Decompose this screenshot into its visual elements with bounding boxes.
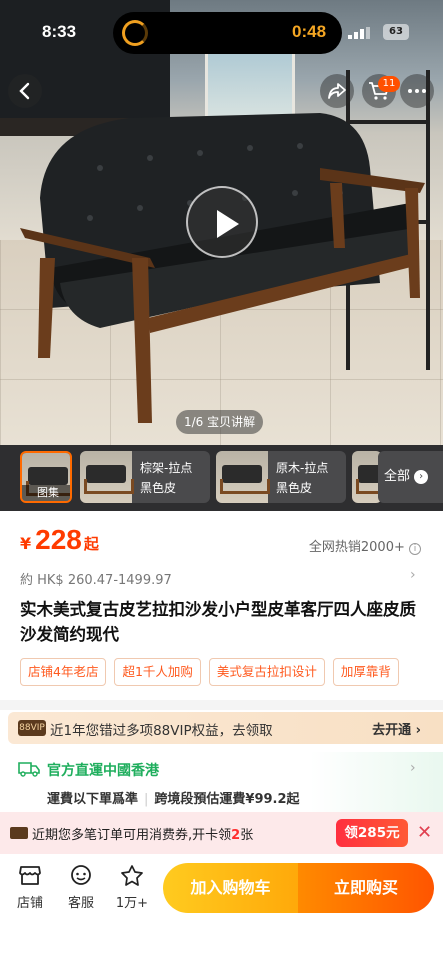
timer-icon <box>122 20 148 46</box>
timer-value: 0:48 <box>292 22 327 41</box>
section-divider <box>0 700 443 710</box>
cart-count-badge: 11 <box>378 76 400 92</box>
thumb-line1: 原木-拉点 <box>276 461 329 475</box>
thumb-image <box>80 451 134 503</box>
claim-coupon-button[interactable]: 领285元 <box>336 819 408 847</box>
sales-count[interactable]: 全网热销2000+ i <box>309 536 421 555</box>
more-icon <box>408 89 426 93</box>
thumb-line2: 黑色皮 <box>140 481 177 495</box>
view-all-label: 全部 <box>384 469 411 484</box>
battery-icon: 63 <box>383 24 409 40</box>
favorite-count: 1万+ <box>115 896 149 911</box>
status-time: 8:33 <box>42 22 77 41</box>
thumb-line2: 黑色皮 <box>276 481 313 495</box>
shipping-title: 官方直運中國香港 <box>47 763 159 779</box>
chevron-left-icon <box>19 82 30 100</box>
sofa-image <box>20 113 425 423</box>
star-icon <box>121 865 143 886</box>
tag-store-age[interactable]: 店铺4年老店 <box>20 658 107 686</box>
vip-badge: 88VIP <box>18 720 46 736</box>
store-label: 店铺 <box>16 896 43 911</box>
price-suffix: 起 <box>83 535 99 553</box>
vip-text: 近1年您错过多项88VIP权益，去领取 <box>50 723 273 739</box>
customer-service-icon <box>71 865 91 885</box>
store-button[interactable]: 店铺 <box>8 864 52 911</box>
signal-icon <box>348 27 370 39</box>
play-video-button[interactable] <box>186 186 258 258</box>
tag-backrest[interactable]: 加厚靠背 <box>332 658 399 686</box>
shipping-details: 運費以下單爲準 | 跨境段預估運費¥99.2起 <box>47 792 300 807</box>
thumb-sku-brown-frame[interactable]: 棕架-拉点 黑色皮 <box>80 451 210 503</box>
product-tags: 店铺4年老店 超1千人加购 美式复古拉扣设计 加厚靠背 <box>20 658 399 686</box>
store-icon <box>19 866 41 885</box>
info-icon: i <box>409 543 421 555</box>
view-all-button[interactable]: 全部 › <box>378 451 443 503</box>
sku-thumbnail-strip: 图集 棕架-拉点 黑色皮 原木-拉点 黑色皮 全部 › <box>0 445 443 511</box>
share-icon <box>328 83 346 99</box>
price: ¥ 228 起 <box>20 524 99 556</box>
service-label: 客服 <box>67 896 94 911</box>
add-to-cart-button[interactable]: 加入购物车 <box>163 863 298 913</box>
price-value: 228 <box>35 524 82 555</box>
thumb-line1: 棕架-拉点 <box>140 461 193 475</box>
thumb-image <box>216 451 270 503</box>
vip-open-link[interactable]: 去开通 › <box>372 719 421 738</box>
coupon-banner[interactable]: 近期您多笔订单可用消费券,开卡领2张 领285元 ✕ <box>0 812 443 854</box>
vip-banner[interactable]: 88VIP 近1年您错过多项88VIP权益，去领取 去开通 › <box>8 712 443 744</box>
coupon-text: 近期您多笔订单可用消费券,开卡领2张 <box>32 828 254 843</box>
bottom-action-bar: 店铺 客服 1万+ 加入购物车 立即购买 <box>0 854 443 960</box>
back-button[interactable] <box>8 74 42 108</box>
chevron-right-icon[interactable]: › <box>410 567 416 583</box>
service-button[interactable]: 客服 <box>59 864 103 911</box>
chevron-right-icon: › <box>414 469 429 484</box>
truck-icon <box>18 762 40 777</box>
tag-design[interactable]: 美式复古拉扣设计 <box>208 658 325 686</box>
product-title: 实木美式复古皮艺拉扣沙发小户型皮革客厅四人座皮质沙发简约现代 <box>20 600 416 644</box>
more-button[interactable] <box>400 74 434 108</box>
chevron-right-icon: › <box>410 760 416 776</box>
shipping-section[interactable]: 官方直運中國香港 運費以下單爲準 | 跨境段預估運費¥99.2起 › <box>0 752 443 814</box>
vip-badge-icon <box>10 827 28 839</box>
share-button[interactable] <box>320 74 354 108</box>
thumb-gallery[interactable]: 图集 <box>20 451 72 503</box>
tag-cart-adds[interactable]: 超1千人加购 <box>114 658 201 686</box>
favorite-button[interactable]: 1万+ <box>110 864 154 911</box>
gallery-pager: 1/6 宝贝讲解 <box>176 410 264 434</box>
price-currency: ¥ <box>20 534 32 553</box>
close-icon[interactable]: ✕ <box>417 822 432 843</box>
thumb-sku-natural-wood[interactable]: 原木-拉点 黑色皮 <box>216 451 346 503</box>
hkd-price-range: 約 HK$ 260.47-1499.97 <box>20 573 172 588</box>
buy-now-button[interactable]: 立即购买 <box>298 863 434 913</box>
thumb-caption: 图集 <box>22 485 70 501</box>
